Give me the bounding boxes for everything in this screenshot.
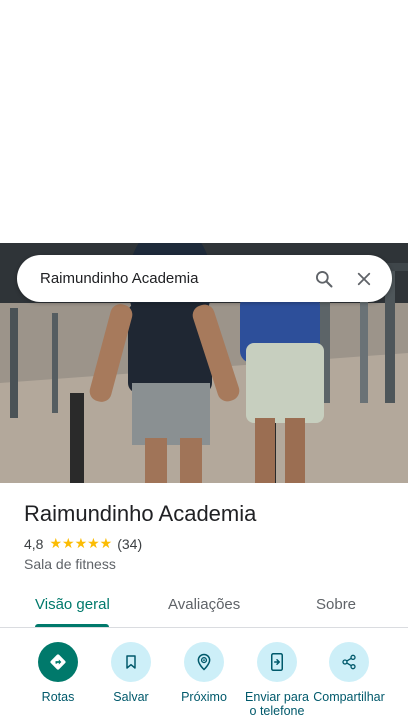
- nearby-button[interactable]: Próximo: [164, 642, 244, 704]
- save-button[interactable]: Salvar: [91, 642, 171, 704]
- rating-value: 4,8: [24, 535, 44, 552]
- send-to-phone-icon: [257, 642, 297, 682]
- share-icon: [329, 642, 369, 682]
- search-input[interactable]: Raimundinho Academia: [40, 270, 312, 287]
- nearby-icon: [184, 642, 224, 682]
- close-icon[interactable]: [352, 267, 376, 291]
- place-category: Sala de fitness: [24, 556, 116, 572]
- tab-overview[interactable]: Visão geral: [35, 596, 110, 613]
- tab-bar: Visão geral Avaliações Sobre: [0, 585, 408, 628]
- review-count: (34): [117, 535, 143, 552]
- directions-button[interactable]: Rotas: [18, 642, 98, 704]
- share-button[interactable]: Compartilhar: [309, 642, 389, 718]
- directions-icon: [38, 642, 78, 682]
- send-to-phone-button[interactable]: Enviar para o telefone: [237, 642, 317, 718]
- search-icon[interactable]: [312, 267, 336, 291]
- nearby-label: Próximo: [181, 690, 227, 704]
- map-area: [0, 0, 408, 243]
- tab-about[interactable]: Sobre: [316, 596, 356, 613]
- action-bar: Rotas Salvar Próximo Enviar para o telef…: [0, 642, 408, 726]
- save-label: Salvar: [113, 690, 149, 704]
- place-title: Raimundinho Academia: [24, 501, 257, 526]
- rating-row[interactable]: 4,8 ★★★★★ (34): [24, 535, 142, 552]
- active-tab-indicator: [35, 624, 109, 627]
- search-bar[interactable]: Raimundinho Academia: [17, 255, 392, 302]
- send-to-phone-label: Enviar para o telefone: [245, 690, 309, 718]
- bookmark-icon: [111, 642, 151, 682]
- rating-stars-icon: ★★★★★: [49, 535, 113, 551]
- directions-label: Rotas: [41, 690, 75, 704]
- share-label: Compartilhar: [313, 690, 385, 704]
- tab-reviews[interactable]: Avaliações: [168, 596, 240, 613]
